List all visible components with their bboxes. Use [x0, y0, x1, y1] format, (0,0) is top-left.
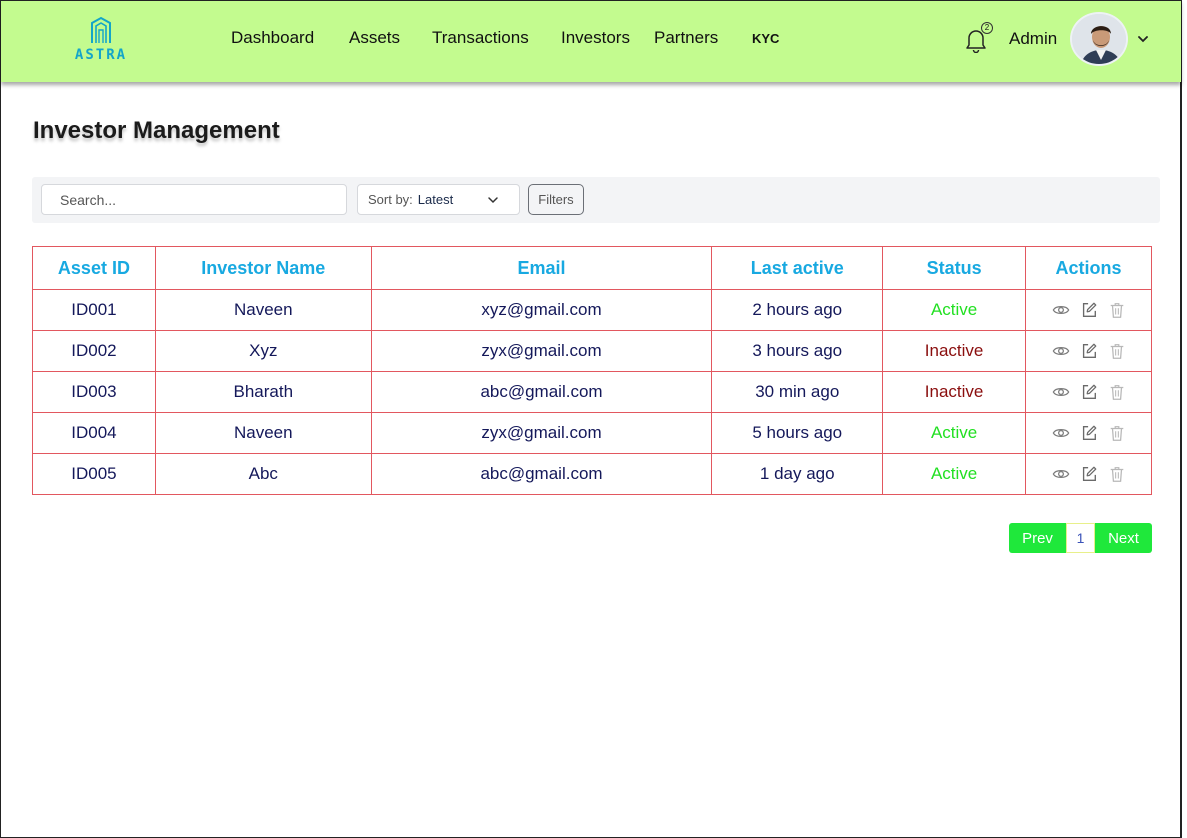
last-active-cell: 2 hours ago: [711, 289, 884, 331]
investor-name-cell: Bharath: [154, 371, 372, 413]
trash-icon[interactable]: [1108, 424, 1126, 442]
column-header-email[interactable]: Email: [370, 246, 713, 290]
admin-label[interactable]: Admin: [1009, 29, 1057, 49]
status-cell: Active: [882, 453, 1027, 495]
actions-cell: [1025, 330, 1152, 372]
table-header-row: Asset ID Investor Name Email Last active…: [32, 246, 1152, 290]
status-cell: Inactive: [882, 371, 1027, 413]
table-row[interactable]: ID005 Abc abc@gmail.com 1 day ago Active: [32, 453, 1152, 495]
sort-label: Sort by:: [368, 192, 413, 207]
edit-icon[interactable]: [1080, 424, 1098, 442]
row-actions: [1026, 424, 1151, 442]
last-active-cell: 1 day ago: [711, 453, 884, 495]
trash-icon[interactable]: [1108, 465, 1126, 483]
status-cell: Inactive: [882, 330, 1027, 372]
table-row[interactable]: ID004 Naveen zyx@gmail.com 5 hours ago Activ…: [32, 412, 1152, 454]
page-title: Investor Management: [33, 117, 280, 144]
actions-cell: [1025, 371, 1152, 413]
prev-page-button[interactable]: Prev: [1009, 523, 1066, 553]
column-header-last-active[interactable]: Last active: [711, 246, 884, 290]
edit-icon[interactable]: [1080, 383, 1098, 401]
asset-id-cell: ID002: [32, 330, 156, 372]
trash-icon[interactable]: [1108, 383, 1126, 401]
row-actions: [1026, 383, 1151, 401]
email-cell: abc@gmail.com: [370, 371, 713, 413]
email-cell: zyx@gmail.com: [370, 412, 713, 454]
nav-transactions[interactable]: Transactions: [432, 28, 529, 48]
nav-investors[interactable]: Investors: [561, 28, 630, 48]
column-header-asset-id[interactable]: Asset ID: [32, 246, 156, 290]
row-actions: [1026, 342, 1151, 360]
top-navbar: ASTRA Dashboard Assets Transactions Inve…: [1, 0, 1181, 82]
row-actions: [1026, 301, 1151, 319]
nav-kyc[interactable]: KYC: [752, 31, 779, 46]
email-cell: xyz@gmail.com: [370, 289, 713, 331]
pagination: Prev 1 Next: [1009, 523, 1152, 553]
eye-icon[interactable]: [1052, 424, 1070, 442]
email-cell: zyx@gmail.com: [370, 330, 713, 372]
last-active-cell: 5 hours ago: [711, 412, 884, 454]
column-header-investor-name[interactable]: Investor Name: [154, 246, 372, 290]
edit-icon[interactable]: [1080, 301, 1098, 319]
last-active-cell: 30 min ago: [711, 371, 884, 413]
brand-logo[interactable]: ASTRA: [71, 15, 131, 71]
chevron-down-icon: [488, 197, 498, 204]
edit-icon[interactable]: [1080, 342, 1098, 360]
chevron-down-icon[interactable]: [1136, 32, 1150, 46]
building-logo-icon: [91, 16, 111, 43]
eye-icon[interactable]: [1052, 383, 1070, 401]
search-input[interactable]: [41, 184, 347, 215]
table-body: ID001 Naveen xyz@gmail.com 2 hours ago Activ…: [32, 289, 1152, 495]
avatar[interactable]: [1070, 12, 1128, 66]
edit-icon[interactable]: [1080, 465, 1098, 483]
eye-icon[interactable]: [1052, 342, 1070, 360]
notification-badge: 2: [981, 22, 993, 34]
actions-cell: [1025, 289, 1152, 331]
status-cell: Active: [882, 289, 1027, 331]
investor-name-cell: Naveen: [154, 289, 372, 331]
table-toolbar: Sort by: Latest Filters: [32, 177, 1160, 223]
last-active-cell: 3 hours ago: [711, 330, 884, 372]
asset-id-cell: ID005: [32, 453, 156, 495]
brand-name: ASTRA: [74, 47, 128, 63]
status-cell: Active: [882, 412, 1027, 454]
nav-dashboard[interactable]: Dashboard: [231, 28, 314, 48]
email-cell: abc@gmail.com: [370, 453, 713, 495]
asset-id-cell: ID001: [32, 289, 156, 331]
actions-cell: [1025, 412, 1152, 454]
sort-dropdown[interactable]: Sort by: Latest: [357, 184, 520, 215]
asset-id-cell: ID003: [32, 371, 156, 413]
next-page-button[interactable]: Next: [1095, 523, 1152, 553]
investor-table: Asset ID Investor Name Email Last active…: [32, 246, 1152, 495]
table-row[interactable]: ID003 Bharath abc@gmail.com 30 min ago Inact…: [32, 371, 1152, 413]
column-header-actions: Actions: [1025, 246, 1152, 290]
investor-name-cell: Xyz: [154, 330, 372, 372]
row-actions: [1026, 465, 1151, 483]
nav-assets[interactable]: Assets: [349, 28, 400, 48]
eye-icon[interactable]: [1052, 465, 1070, 483]
investor-name-cell: Naveen: [154, 412, 372, 454]
table-row[interactable]: ID002 Xyz zyx@gmail.com 3 hours ago Inactive: [32, 330, 1152, 372]
filters-button[interactable]: Filters: [528, 184, 584, 215]
user-avatar-icon: [1072, 14, 1126, 64]
table-row[interactable]: ID001 Naveen xyz@gmail.com 2 hours ago Activ…: [32, 289, 1152, 331]
eye-icon[interactable]: [1052, 301, 1070, 319]
asset-id-cell: ID004: [32, 412, 156, 454]
trash-icon[interactable]: [1108, 342, 1126, 360]
actions-cell: [1025, 453, 1152, 495]
trash-icon[interactable]: [1108, 301, 1126, 319]
column-header-status[interactable]: Status: [882, 246, 1027, 290]
investor-name-cell: Abc: [154, 453, 372, 495]
sort-value: Latest: [417, 192, 454, 207]
nav-partners[interactable]: Partners: [654, 28, 718, 48]
current-page[interactable]: 1: [1066, 523, 1095, 553]
